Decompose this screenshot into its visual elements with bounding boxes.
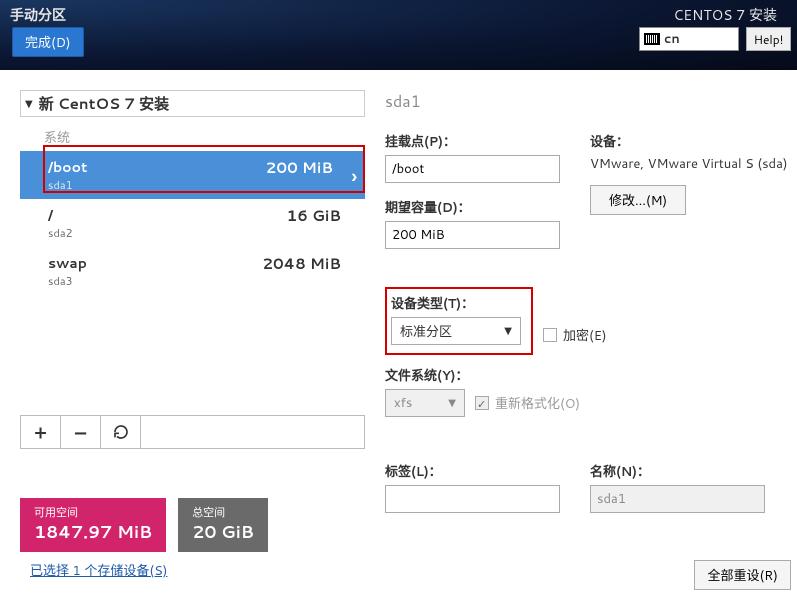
partition-size: 200 MiB — [266, 157, 333, 178]
name-label: 名称(N)： — [590, 461, 765, 481]
available-space-box: 可用空间 1847.97 MiB — [20, 498, 166, 552]
device-label: 设备： — [590, 131, 788, 151]
chevron-down-icon: ▼ — [25, 97, 33, 111]
partition-size: 2048 MiB — [262, 253, 341, 274]
tag-label: 标签(L)： — [385, 461, 560, 481]
partition-device: sda1 — [48, 177, 345, 193]
total-space-label: 总空间 — [192, 504, 254, 520]
partition-row-root[interactable]: / sda2 16 GiB — [20, 199, 365, 247]
tag-input[interactable] — [385, 485, 560, 513]
reload-button[interactable] — [101, 416, 141, 448]
mount-point-input[interactable] — [385, 155, 560, 183]
help-button[interactable]: Help! — [746, 27, 791, 51]
page-title: 手动分区 — [10, 5, 66, 25]
partition-row-swap[interactable]: swap sda3 2048 MiB — [20, 247, 365, 295]
partition-list-pane: ▼ 新 CentOS 7 安装 系统 /boot sda1 200 MiB › … — [20, 90, 365, 490]
device-type-label: 设备类型(T)： — [391, 293, 521, 313]
partition-device: sda3 — [48, 273, 345, 289]
done-button[interactable]: 完成(D) — [12, 27, 84, 57]
caret-down-icon: ▼ — [504, 324, 512, 338]
caret-down-icon: ▼ — [448, 396, 456, 410]
device-type-value: 标准分区 — [400, 321, 452, 341]
storage-devices-link[interactable]: 已选择 1 个存储设备(S) — [30, 560, 167, 580]
capacity-label: 期望容量(D)： — [385, 197, 560, 217]
install-accordion-header[interactable]: ▼ 新 CentOS 7 安装 — [20, 90, 365, 117]
partition-size: 16 GiB — [287, 205, 341, 226]
disk-stats: 可用空间 1847.97 MiB 总空间 20 GiB — [20, 498, 268, 552]
keyboard-layout-code: cn — [664, 30, 680, 48]
device-type-select[interactable]: 标准分区 ▼ — [391, 317, 521, 345]
chevron-right-icon: › — [352, 163, 357, 189]
filesystem-label: 文件系统(Y)： — [385, 365, 787, 385]
modify-device-button[interactable]: 修改...(M) — [590, 185, 686, 215]
selected-partition-title: sda1 — [385, 90, 787, 113]
header-bar: 手动分区 完成(D) CENTOS 7 安装 cn Help! — [0, 0, 797, 70]
reload-icon — [113, 424, 129, 440]
reformat-label: 重新格式化(O) — [495, 393, 580, 413]
add-partition-button[interactable]: + — [21, 416, 61, 448]
capacity-input[interactable] — [385, 221, 560, 249]
keyboard-layout-selector[interactable]: cn — [639, 27, 739, 51]
available-space-label: 可用空间 — [34, 504, 152, 520]
remove-partition-button[interactable]: − — [61, 416, 101, 448]
mount-point-label: 挂载点(P)： — [385, 131, 560, 151]
partition-detail-pane: sda1 挂载点(P)： 期望容量(D)： 设备： VMware, VMware… — [365, 90, 787, 490]
encrypt-checkbox[interactable] — [543, 328, 557, 342]
reformat-checkbox — [475, 396, 489, 410]
partition-action-bar: + − — [20, 415, 365, 449]
total-space-box: 总空间 20 GiB — [178, 498, 268, 552]
partition-device: sda2 — [48, 225, 345, 241]
system-section-label: 系统 — [20, 117, 365, 151]
filesystem-select[interactable]: xfs ▼ — [385, 389, 465, 417]
encrypt-label: 加密(E) — [563, 325, 607, 345]
filesystem-value: xfs — [394, 394, 412, 412]
device-info-text: VMware, VMware Virtual S (sda) — [590, 155, 788, 175]
installer-title: CENTOS 7 安装 — [673, 5, 777, 25]
total-space-value: 20 GiB — [192, 520, 254, 544]
name-input — [590, 485, 765, 513]
reset-all-button[interactable]: 全部重设(R) — [694, 560, 791, 590]
partition-row-boot[interactable]: /boot sda1 200 MiB › — [20, 151, 365, 199]
accordion-title: 新 CentOS 7 安装 — [39, 93, 169, 114]
available-space-value: 1847.97 MiB — [34, 520, 152, 544]
keyboard-icon — [644, 33, 660, 45]
highlight-annotation: 设备类型(T)： 标准分区 ▼ — [385, 287, 533, 355]
